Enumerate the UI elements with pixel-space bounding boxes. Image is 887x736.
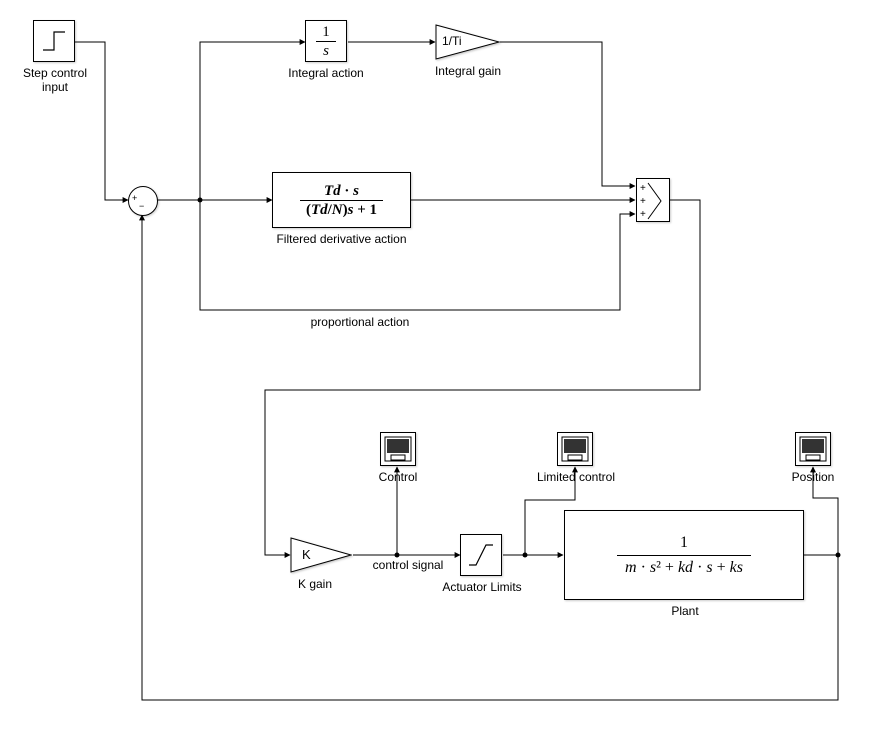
scope-icon (799, 436, 827, 462)
plant-block[interactable]: 1 m · s² + kd · s + ks (564, 510, 804, 600)
actuator-limits-label: Actuator Limits (438, 580, 526, 594)
plant-label: Plant (660, 604, 710, 618)
integrator-den: s (316, 42, 336, 60)
scope-limited-label: Limited control (530, 470, 622, 484)
scope-icon (561, 436, 589, 462)
filtered-deriv-block[interactable]: Td · s (Td/N)s + 1 (272, 172, 411, 228)
control-signal-label: control signal (363, 558, 453, 572)
scope-icon (384, 436, 412, 462)
scope-position-label: Position (788, 470, 838, 484)
integrator-num: 1 (316, 23, 336, 42)
filtered-deriv-label: Filtered derivative action (272, 232, 411, 246)
scope-control-label: Control (373, 470, 423, 484)
integrator-label: Integral action (280, 66, 372, 80)
integral-gain-label: Integral gain (428, 64, 508, 78)
k-gain-text: K (302, 547, 311, 562)
integrator-block[interactable]: 1 s (305, 20, 347, 62)
scope-position-block[interactable] (795, 432, 831, 466)
scope-control-block[interactable] (380, 432, 416, 466)
k-gain-block[interactable]: K (290, 537, 352, 573)
actuator-limits-block[interactable] (460, 534, 502, 576)
sum3-icon (637, 179, 671, 223)
sum-block[interactable]: + − (128, 186, 158, 216)
filtered-deriv-den: (Td/N)s + 1 (300, 201, 383, 219)
plant-den: m · s² + kd · s + ks (617, 556, 751, 579)
sum3-block[interactable]: + + + (636, 178, 670, 222)
saturation-icon (466, 540, 496, 570)
prop-action-label: proportional action (280, 315, 440, 329)
wire-layer (0, 0, 887, 736)
k-gain-label: K gain (290, 577, 340, 591)
gain-triangle-icon (290, 537, 352, 573)
scope-limited-block[interactable] (557, 432, 593, 466)
integral-gain-block[interactable]: 1/Ti (435, 24, 500, 60)
integral-gain-text: 1/Ti (442, 34, 462, 48)
step-label: Step control input (18, 66, 92, 94)
step-icon (39, 26, 69, 56)
step-block[interactable] (33, 20, 75, 62)
plant-num: 1 (617, 531, 751, 555)
filtered-deriv-num: Td · s (300, 182, 383, 201)
